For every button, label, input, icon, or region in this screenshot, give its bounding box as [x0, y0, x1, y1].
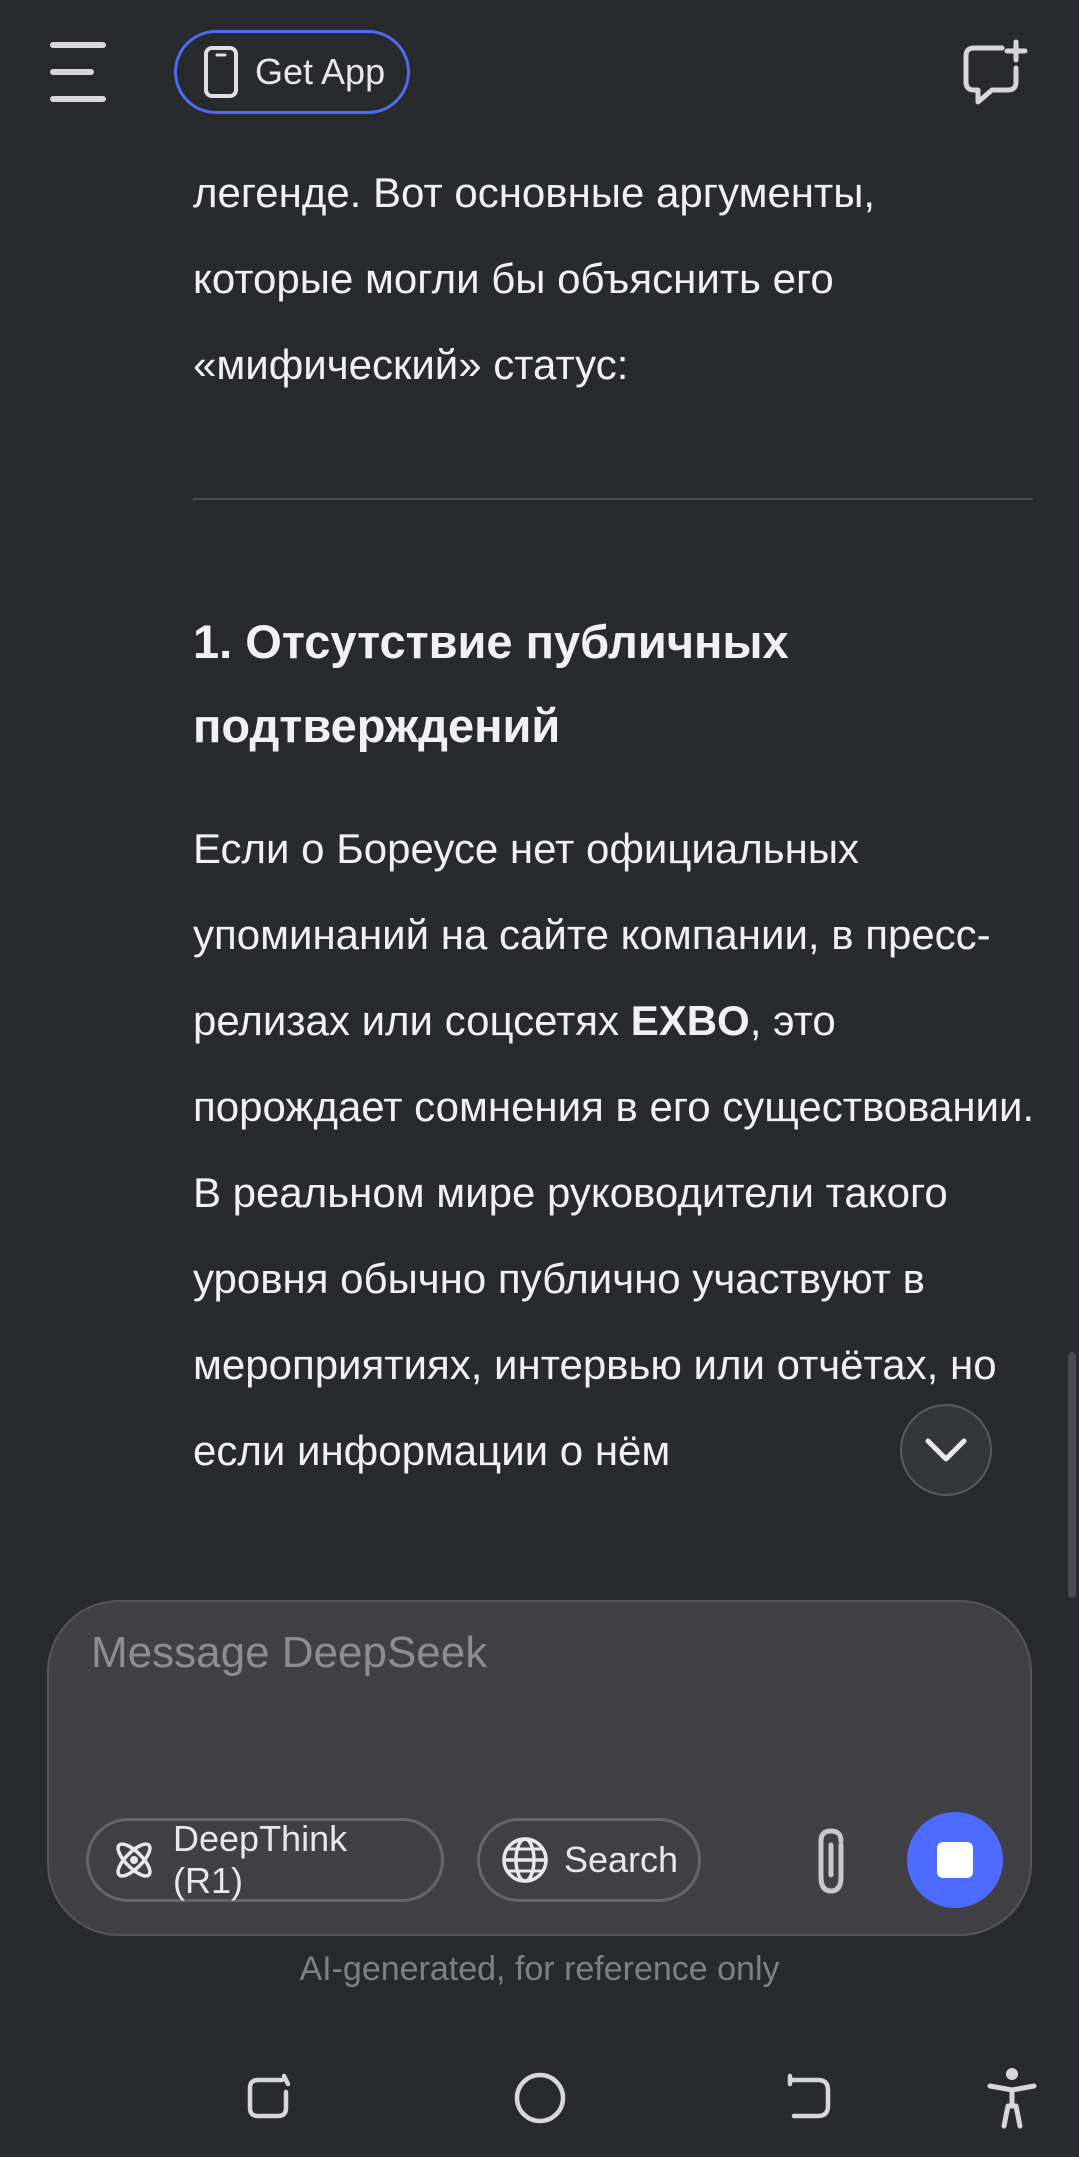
- get-app-button[interactable]: Get App: [174, 30, 410, 114]
- new-chat-icon: [963, 39, 1028, 105]
- new-chat-button[interactable]: [958, 38, 1030, 110]
- paperclip-icon: [818, 1828, 844, 1894]
- paragraph-text-part1: Если о Бореусе нет официальных упоминани…: [193, 825, 991, 1044]
- hamburger-menu-icon-line: [50, 96, 106, 102]
- deepthink-toggle[interactable]: DeepThink (R1): [86, 1818, 444, 1902]
- horizontal-divider: [193, 498, 1033, 500]
- hamburger-menu-icon-line: [50, 69, 94, 75]
- top-bar: Get App: [0, 0, 1079, 145]
- stop-generation-button[interactable]: [907, 1812, 1003, 1908]
- phone-icon: [203, 45, 239, 99]
- recents-button[interactable]: [230, 2058, 310, 2138]
- assistant-message: легенде. Вот основные аргументы, которые…: [193, 150, 1033, 408]
- globe-icon: [500, 1835, 550, 1885]
- message-composer: DeepThink (R1) Search: [47, 1600, 1032, 1936]
- back-button[interactable]: [768, 2058, 848, 2138]
- search-label: Search: [564, 1839, 679, 1880]
- paragraph-text-part2: , это порождает сомнения в его существов…: [193, 997, 1035, 1474]
- back-icon: [787, 2073, 831, 2119]
- home-icon: [514, 2072, 566, 2124]
- scrollbar[interactable]: [1068, 1352, 1076, 1598]
- section-heading: 1. Отсутствие публичных подтверждений: [193, 615, 789, 752]
- search-toggle[interactable]: Search: [477, 1818, 701, 1902]
- accessibility-icon: [987, 2068, 1037, 2129]
- message-paragraph: Если о Бореусе нет официальных упоминани…: [193, 806, 1043, 1494]
- scroll-to-bottom-button[interactable]: [900, 1404, 992, 1496]
- paragraph-bold-exbo: EXBO: [630, 997, 750, 1044]
- message-intro-text: легенде. Вот основные аргументы, которые…: [193, 169, 876, 388]
- menu-button[interactable]: [50, 42, 116, 102]
- atom-icon: [109, 1835, 159, 1885]
- home-button[interactable]: [500, 2058, 580, 2138]
- accessibility-button[interactable]: [972, 2058, 1052, 2138]
- hamburger-menu-icon: [50, 42, 106, 48]
- ai-disclaimer: AI-generated, for reference only: [299, 1950, 780, 1988]
- system-navigation-bar: [0, 2040, 1079, 2157]
- message-input[interactable]: [91, 1628, 851, 1678]
- recents-icon: [247, 2073, 291, 2119]
- chevron-down-icon: [925, 1438, 967, 1462]
- stop-icon: [937, 1842, 973, 1878]
- get-app-label: Get App: [255, 51, 386, 92]
- attach-button[interactable]: [801, 1824, 861, 1898]
- deepthink-label: DeepThink (R1): [173, 1818, 348, 1901]
